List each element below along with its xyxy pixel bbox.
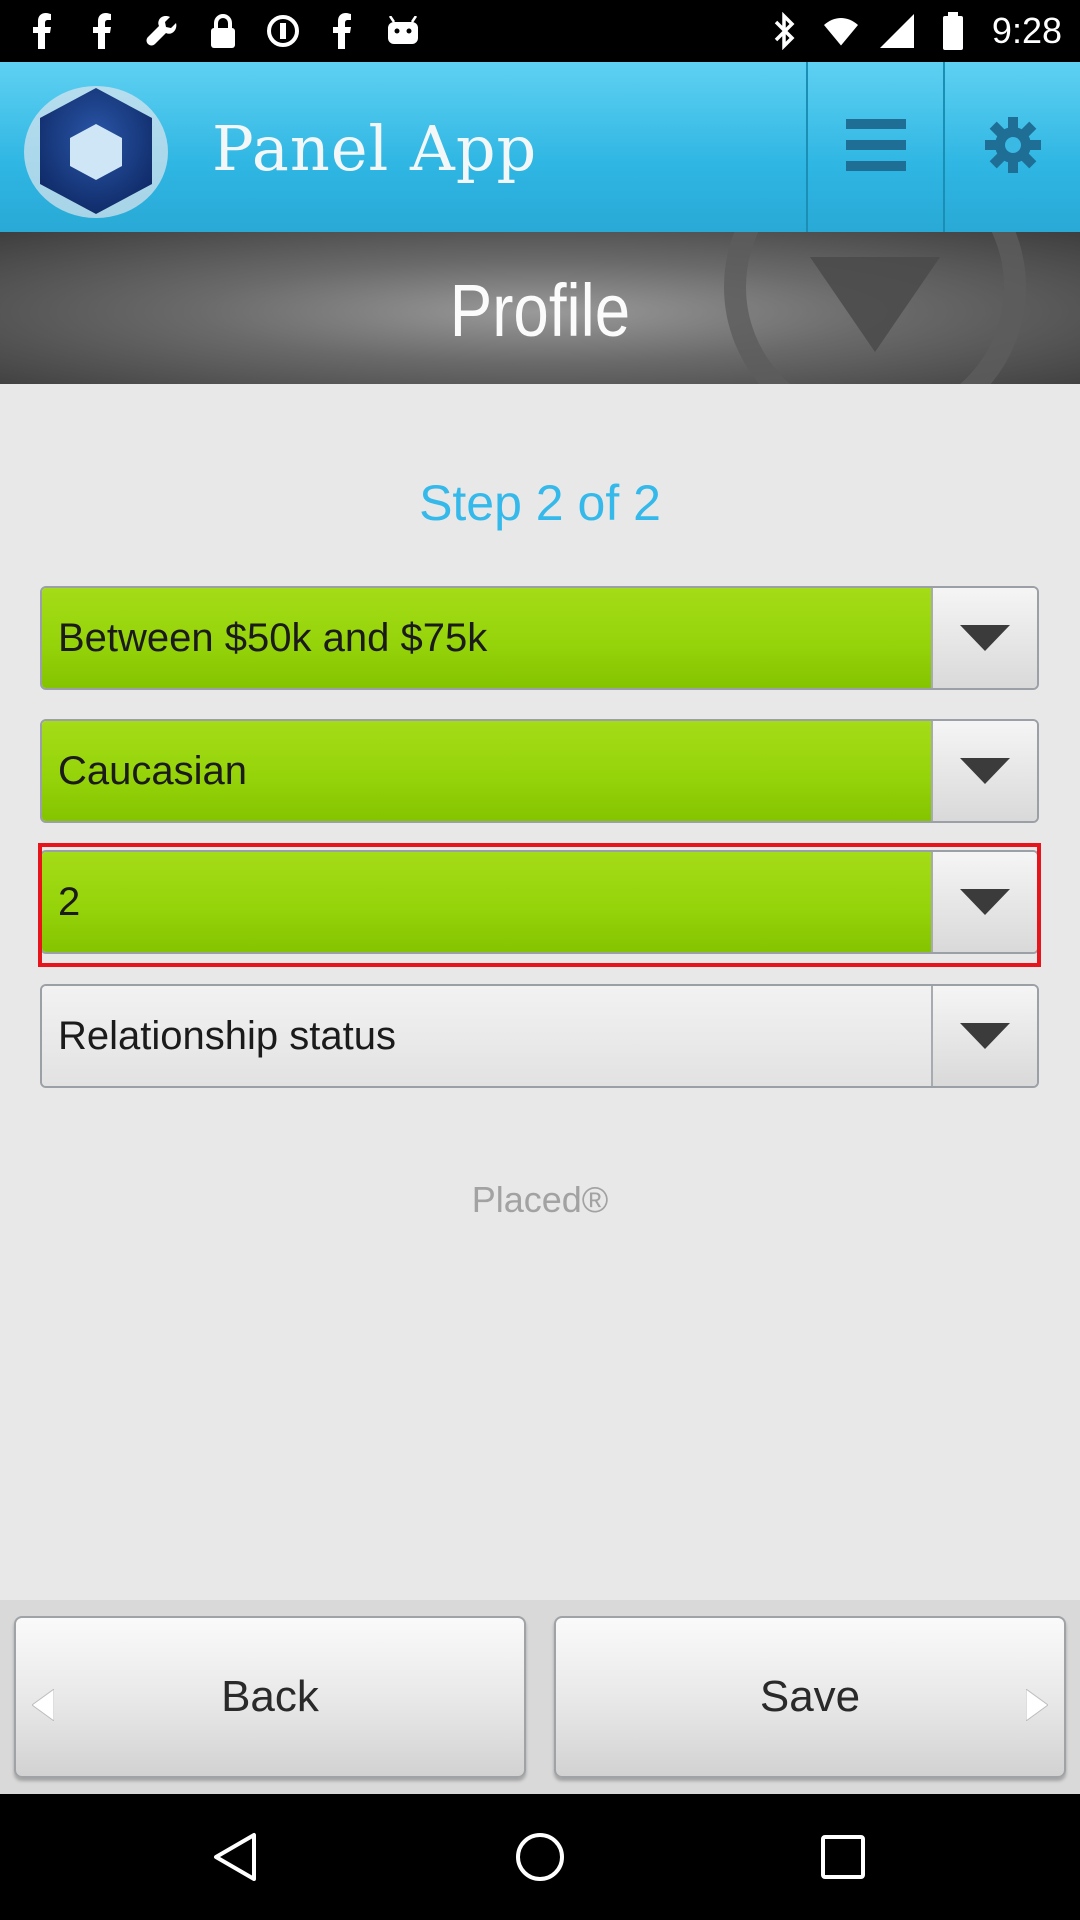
battery-icon xyxy=(936,12,970,50)
chevron-down-icon[interactable] xyxy=(931,852,1037,952)
facebook-icon xyxy=(26,12,60,50)
app-header: Panel App xyxy=(0,62,1080,232)
household-size-dropdown[interactable]: 2 xyxy=(40,850,1039,954)
income-dropdown[interactable]: Between $50k and $75k xyxy=(40,586,1039,690)
status-bar: 9:28 xyxy=(0,0,1080,62)
circle-info-icon xyxy=(266,12,300,50)
bottom-action-bar: Back Save xyxy=(0,1600,1080,1794)
triangle-left-icon xyxy=(31,1682,55,1732)
lock-icon xyxy=(206,12,240,50)
app-title: Panel App xyxy=(212,112,538,185)
dropdown-value: 2 xyxy=(42,852,931,952)
profile-banner: Profile xyxy=(0,232,1080,384)
wrench-icon xyxy=(146,12,180,50)
save-button-label: Save xyxy=(759,1672,861,1721)
wifi-icon xyxy=(823,12,858,50)
notification-icons xyxy=(26,12,420,50)
dropdown-value: Relationship status xyxy=(42,986,931,1086)
back-button[interactable]: Back xyxy=(14,1616,526,1778)
facebook-icon xyxy=(326,12,360,50)
settings-button[interactable] xyxy=(943,62,1080,232)
ethnicity-dropdown[interactable]: Caucasian xyxy=(40,719,1039,823)
menu-button[interactable] xyxy=(806,62,943,232)
chevron-down-icon[interactable] xyxy=(931,721,1037,821)
hexagon-logo-icon[interactable] xyxy=(20,80,170,220)
page-title: Profile xyxy=(449,269,631,352)
brand-label: Placed® xyxy=(471,1179,609,1220)
clock: 9:28 xyxy=(991,10,1062,51)
back-icon[interactable] xyxy=(200,1822,270,1892)
recents-icon[interactable] xyxy=(808,1822,878,1892)
home-icon[interactable] xyxy=(505,1822,575,1892)
system-status-icons: 9:28 xyxy=(768,8,1062,54)
profile-form: Step 2 of 2 Between $50k and $75k Caucas… xyxy=(0,384,1080,1600)
menu-icon xyxy=(845,118,906,176)
chevron-down-icon[interactable] xyxy=(931,588,1037,688)
dropdown-value: Between $50k and $75k xyxy=(42,588,931,688)
chevron-down-icon[interactable] xyxy=(931,986,1037,1086)
save-button[interactable]: Save xyxy=(554,1616,1066,1778)
back-button-label: Back xyxy=(221,1672,319,1721)
signal-icon xyxy=(879,12,914,50)
android-icon xyxy=(386,12,420,50)
facebook-icon xyxy=(86,12,120,50)
triangle-right-icon xyxy=(1025,1682,1049,1732)
step-indicator: Step 2 of 2 xyxy=(419,475,661,531)
relationship-status-dropdown[interactable]: Relationship status xyxy=(40,984,1039,1088)
system-navigation-bar xyxy=(0,1794,1080,1920)
gear-icon xyxy=(984,116,1041,178)
bluetooth-icon xyxy=(768,12,802,50)
dropdown-value: Caucasian xyxy=(42,721,931,821)
